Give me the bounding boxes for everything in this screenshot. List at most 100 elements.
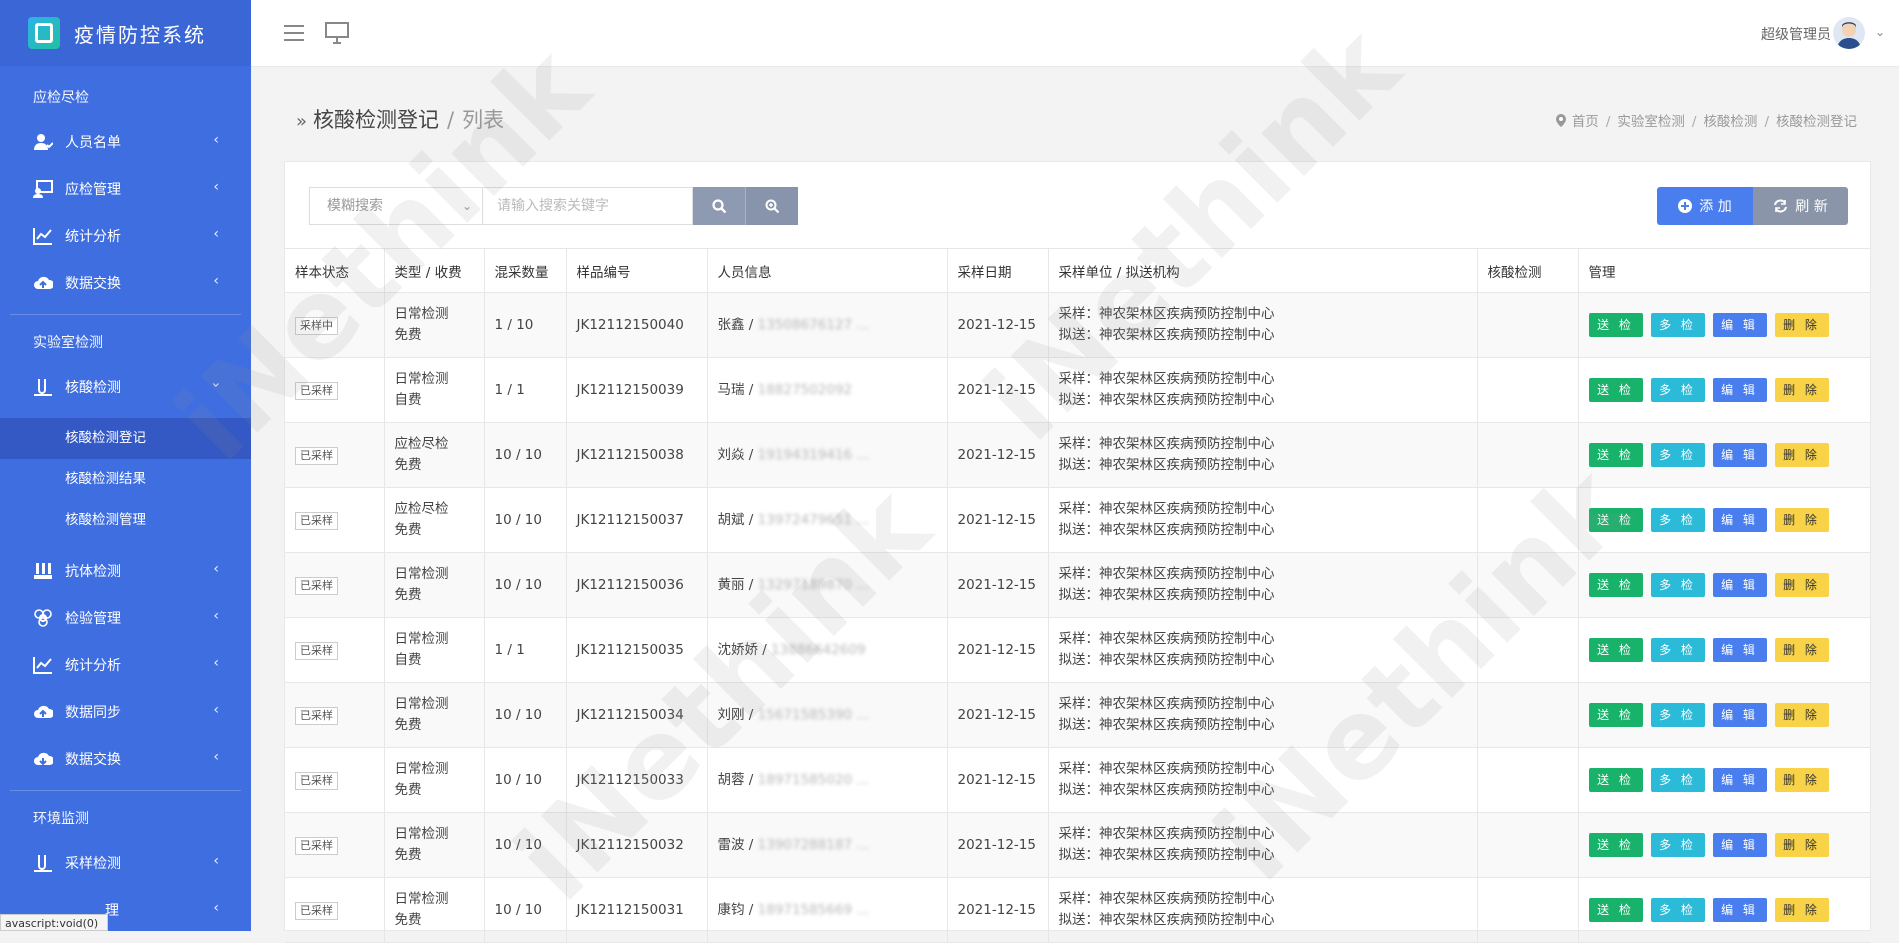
sidebar-item-label: 检验管理 [65, 610, 121, 627]
app-logo[interactable]: 疫情防控系统 [0, 0, 251, 66]
multi-test-button[interactable]: 多 检 [1650, 378, 1705, 402]
sidebar-item-statistics-2[interactable]: 统计分析 ‹ [0, 641, 251, 688]
person-phone: 13972479651 ... [757, 511, 870, 528]
send-test-button[interactable]: 送 检 [1588, 443, 1643, 467]
page-subtitle: 列表 [462, 108, 505, 132]
fee-label: 自费 [394, 652, 422, 668]
sidebar-item-check-management[interactable]: 应检管理 ‹ [0, 165, 251, 212]
plus-circle-icon [1678, 199, 1693, 213]
delete-button[interactable]: 删 除 [1774, 833, 1829, 857]
search-mode-select[interactable]: 模糊搜索 ⌄ [309, 187, 483, 225]
delete-button[interactable]: 删 除 [1774, 508, 1829, 532]
sidebar-item-data-exchange-2[interactable]: 数据交换 ‹ [0, 735, 251, 782]
breadcrumb-nucleic[interactable]: 核酸检测 [1703, 114, 1757, 130]
delete-button[interactable]: 删 除 [1774, 898, 1829, 922]
send-test-button[interactable]: 送 检 [1588, 768, 1643, 792]
sidebar-item-inspection-management[interactable]: 检验管理 ‹ [0, 594, 251, 641]
delete-button[interactable]: 删 除 [1774, 768, 1829, 792]
monitor-icon[interactable] [325, 22, 349, 48]
table-row: 已采样 日常检测 自费 1 / 1 JK12112150039 马瑞 / 18827502… [285, 357, 1870, 423]
user-name[interactable]: 超级管理员 [1761, 24, 1831, 44]
refresh-button-label: 刷 新 [1795, 199, 1828, 215]
delete-button[interactable]: 删 除 [1774, 573, 1829, 597]
menu-toggle-icon[interactable] [283, 24, 305, 46]
avatar[interactable] [1833, 17, 1865, 49]
destination-unit: 拟送：神农架林区疾病预防控制中心 [1058, 457, 1275, 473]
multi-test-button[interactable]: 多 检 [1650, 898, 1705, 922]
refresh-button[interactable]: 刷 新 [1753, 187, 1848, 225]
search-input[interactable]: 请输入搜索关键字 [483, 187, 693, 225]
breadcrumb-home[interactable]: 首页 [1572, 114, 1599, 130]
send-test-button[interactable]: 送 检 [1588, 313, 1643, 337]
send-test-button[interactable]: 送 检 [1588, 833, 1643, 857]
status-badge: 已采样 [295, 706, 338, 725]
person-phone: 13886642609 [771, 641, 866, 658]
sidebar-subitem-registration[interactable]: 核酸检测登记 [0, 418, 251, 459]
send-test-button[interactable]: 送 检 [1588, 638, 1643, 662]
advanced-search-button[interactable] [745, 187, 798, 225]
multi-test-button[interactable]: 多 检 [1650, 508, 1705, 532]
multi-test-button[interactable]: 多 检 [1650, 768, 1705, 792]
multi-test-button[interactable]: 多 检 [1650, 313, 1705, 337]
sidebar-subitem-management[interactable]: 核酸检测管理 [0, 500, 251, 541]
multi-test-button[interactable]: 多 检 [1650, 703, 1705, 727]
chevron-down-icon[interactable]: ⌄ [1875, 25, 1885, 39]
sampling-unit: 采样：神农架林区疾病预防控制中心 [1058, 891, 1275, 907]
edit-button[interactable]: 编 辑 [1712, 768, 1767, 792]
multi-test-button[interactable]: 多 检 [1650, 638, 1705, 662]
sidebar-item-label: 统计分析 [65, 657, 121, 674]
send-test-button[interactable]: 送 检 [1588, 898, 1643, 922]
edit-button[interactable]: 编 辑 [1712, 898, 1767, 922]
edit-button[interactable]: 编 辑 [1712, 378, 1767, 402]
cell-unit: 采样：神农架林区疾病预防控制中心 拟送：神农架林区疾病预防控制中心 [1048, 877, 1478, 943]
sidebar-item-person-list[interactable]: 人员名单 ‹ [0, 118, 251, 165]
sidebar-item-sampling-test[interactable]: 采样检测 ‹ [0, 839, 251, 886]
cell-date: 2021-12-15 [947, 487, 1049, 553]
send-test-button[interactable]: 送 检 [1588, 378, 1643, 402]
sidebar-item-nucleic-test[interactable]: 核酸检测 ‹ [0, 363, 251, 410]
multi-test-button[interactable]: 多 检 [1650, 833, 1705, 857]
sidebar-item-data-sync[interactable]: 数据同步 ‹ [0, 688, 251, 735]
delete-button[interactable]: 删 除 [1774, 703, 1829, 727]
edit-button[interactable]: 编 辑 [1712, 443, 1767, 467]
person-name: 雷波 / [717, 836, 758, 853]
delete-button[interactable]: 删 除 [1774, 378, 1829, 402]
edit-button[interactable]: 编 辑 [1712, 313, 1767, 337]
type-label: 日常检测 [394, 306, 449, 322]
sidebar-subitem-results[interactable]: 核酸检测结果 [0, 459, 251, 500]
cell-date: 2021-12-15 [947, 617, 1049, 683]
edit-button[interactable]: 编 辑 [1712, 703, 1767, 727]
edit-button[interactable]: 编 辑 [1712, 833, 1767, 857]
breadcrumb-lab[interactable]: 实验室检测 [1617, 114, 1685, 130]
delete-button[interactable]: 删 除 [1774, 638, 1829, 662]
sidebar-item-data-exchange[interactable]: 数据交换 ‹ [0, 259, 251, 306]
edit-button[interactable]: 编 辑 [1712, 573, 1767, 597]
edit-button[interactable]: 编 辑 [1712, 638, 1767, 662]
cell-nucleic-result [1477, 292, 1579, 358]
cell-person: 沈娇娇 / 13886642609 [707, 617, 948, 683]
cell-person: 胡蓉 / 18971585020 ... [707, 747, 948, 813]
add-button[interactable]: 添 加 [1657, 187, 1753, 225]
cell-status: 已采样 [285, 877, 385, 943]
search-button[interactable] [693, 187, 745, 225]
status-badge: 已采样 [295, 641, 338, 660]
send-test-button[interactable]: 送 检 [1588, 573, 1643, 597]
col-header: 采样日期 [947, 248, 1049, 293]
person-name: 胡蓉 / [717, 771, 758, 788]
top-bar: 超级管理员 ⌄ [251, 0, 1899, 67]
send-test-button[interactable]: 送 检 [1588, 703, 1643, 727]
table-row: 已采样 日常检测 免费 10 / 10 JK12112150031 康钧 / 189715… [285, 877, 1870, 943]
edit-button[interactable]: 编 辑 [1712, 508, 1767, 532]
delete-button[interactable]: 删 除 [1774, 443, 1829, 467]
delete-button[interactable]: 删 除 [1774, 313, 1829, 337]
cell-date: 2021-12-15 [947, 292, 1049, 358]
table-row: 采样中 日常检测 免费 1 / 10 JK12112150040 张鑫 / 1350867… [285, 292, 1870, 358]
sidebar-item-statistics[interactable]: 统计分析 ‹ [0, 212, 251, 259]
sidebar-item-antibody-test[interactable]: 抗体检测 ‹ [0, 547, 251, 594]
fee-label: 免费 [394, 847, 422, 863]
multi-test-button[interactable]: 多 检 [1650, 443, 1705, 467]
cell-person: 康钧 / 18971585669 ... [707, 877, 948, 943]
person-name: 黄丽 / [717, 576, 758, 593]
send-test-button[interactable]: 送 检 [1588, 508, 1643, 532]
multi-test-button[interactable]: 多 检 [1650, 573, 1705, 597]
